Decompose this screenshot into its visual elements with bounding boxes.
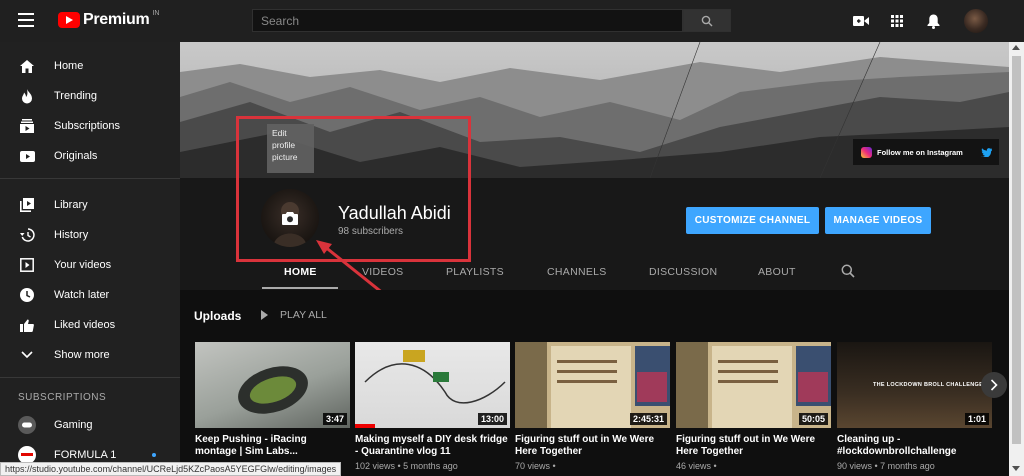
logo-region: IN (152, 10, 160, 17)
instagram-icon (861, 146, 872, 158)
status-bar-url: https://studio.youtube.com/channel/UCReL… (0, 462, 342, 476)
menu-icon[interactable] (18, 13, 34, 27)
subscriptions-heading: SUBSCRIPTIONS (18, 392, 107, 403)
sidebar-item-label: Library (54, 199, 88, 211)
new-content-dot (152, 453, 156, 457)
video-title[interactable]: Figuring stuff out in We Were Here Toget… (676, 434, 831, 458)
sidebar-item-liked-videos[interactable]: Liked videos (0, 310, 180, 340)
video-title[interactable]: Making myself a DIY desk fridge - Quaran… (355, 434, 510, 458)
play-all-button[interactable]: PLAY ALL (261, 309, 327, 321)
sidebar-item-label: Your videos (54, 259, 112, 271)
carousel-next-button[interactable] (981, 372, 1007, 398)
sidebar: Home Trending Subscriptions Originals Li… (0, 42, 180, 476)
sidebar-item-label: Originals (54, 150, 98, 162)
video-card[interactable]: 13:00 Making myself a DIY desk fridge - … (355, 342, 510, 471)
video-thumbnail[interactable]: 3:47 (195, 342, 350, 428)
video-card[interactable]: THE LOCKDOWN BROLL CHALLENGE 1:01 Cleani… (837, 342, 992, 471)
your-videos-icon (18, 256, 36, 274)
library-icon (18, 196, 36, 214)
sidebar-item-your-videos[interactable]: Your videos (0, 250, 180, 280)
sidebar-item-label: Liked videos (54, 319, 116, 331)
tab-about[interactable]: ABOUT (758, 266, 796, 278)
uploads-title[interactable]: Uploads (194, 309, 241, 323)
channel-search-icon[interactable] (841, 264, 855, 278)
originals-icon (18, 147, 36, 165)
subscriptions-icon (18, 117, 36, 135)
sidebar-item-label: Subscriptions (54, 120, 121, 132)
watch-later-clock-icon (18, 286, 36, 304)
manage-videos-button[interactable]: MANAGE VIDEOS (825, 207, 931, 234)
video-duration: 50:05 (798, 413, 828, 425)
video-meta: 102 views • 5 months ago (355, 461, 458, 471)
create-video-icon[interactable] (852, 12, 870, 30)
search-input[interactable]: Search (252, 9, 683, 32)
tab-playlists[interactable]: PLAYLISTS (446, 266, 504, 278)
home-icon (18, 57, 36, 75)
video-thumbnail[interactable]: 13:00 (355, 342, 510, 428)
sidebar-item-show-more[interactable]: Show more (0, 340, 180, 370)
sidebar-item-library[interactable]: Library (0, 190, 180, 220)
tab-discussion[interactable]: DISCUSSION (649, 266, 717, 278)
instagram-link[interactable]: Follow me on Instagram (853, 139, 999, 165)
sidebar-divider (0, 178, 180, 179)
video-duration: 1:01 (964, 413, 989, 425)
sidebar-divider (0, 377, 180, 378)
video-meta: 90 views • 7 months ago (837, 461, 935, 471)
video-thumbnail[interactable]: THE LOCKDOWN BROLL CHALLENGE 1:01 (837, 342, 992, 428)
search-icon (701, 15, 713, 26)
video-duration: 3:47 (322, 413, 347, 425)
sidebar-item-label: Home (54, 60, 84, 72)
sidebar-item-label: History (54, 229, 89, 241)
chevron-right-icon (990, 379, 998, 391)
thumbs-up-icon (18, 316, 36, 334)
gaming-avatar (18, 416, 36, 434)
scroll-down-arrow-icon[interactable] (1012, 466, 1020, 471)
video-card[interactable]: 2:45:31 Figuring stuff out in We Were He… (515, 342, 670, 471)
chevron-down-icon (18, 346, 36, 364)
youtube-premium-logo[interactable]: Premium IN (58, 10, 160, 29)
sidebar-item-label: Gaming (54, 419, 93, 431)
thumbnail-caption: THE LOCKDOWN BROLL CHALLENGE (873, 382, 984, 388)
video-title[interactable]: Figuring stuff out in We Were Here Toget… (515, 434, 670, 458)
sidebar-item-history[interactable]: History (0, 220, 180, 250)
sidebar-item-label: FORMULA 1 (54, 449, 117, 461)
play-icon (261, 310, 268, 320)
notifications-bell-icon[interactable] (924, 12, 942, 30)
video-title[interactable]: Keep Pushing - iRacing montage | Sim Lab… (195, 434, 350, 458)
customize-channel-button[interactable]: CUSTOMIZE CHANNEL (686, 207, 819, 234)
history-icon (18, 226, 36, 244)
instagram-link-label: Follow me on Instagram (877, 147, 963, 157)
video-thumbnail[interactable]: 50:05 (676, 342, 831, 428)
sidebar-item-gaming[interactable]: Gaming (0, 410, 180, 440)
account-avatar[interactable] (964, 9, 988, 33)
scrollbar-thumb[interactable] (1012, 56, 1021, 444)
tab-channels[interactable]: CHANNELS (547, 266, 607, 278)
sidebar-item-home[interactable]: Home (0, 51, 180, 81)
search-button[interactable] (683, 9, 731, 32)
video-meta: 70 views • (515, 461, 556, 471)
video-title[interactable]: Cleaning up - #lockdownbrollchallenge (837, 434, 992, 458)
sidebar-item-originals[interactable]: Originals (0, 141, 180, 171)
logo-text: Premium (83, 11, 150, 28)
video-card[interactable]: 3:47 Keep Pushing - iRacing montage | Si… (195, 342, 350, 461)
sidebar-item-label: Show more (54, 349, 110, 361)
twitter-icon[interactable] (981, 147, 992, 157)
top-bar: Premium IN Search (0, 0, 1024, 42)
trending-flame-icon (18, 87, 36, 105)
apps-grid-icon[interactable] (888, 12, 906, 30)
sidebar-item-subscriptions[interactable]: Subscriptions (0, 111, 180, 141)
video-card[interactable]: 50:05 Figuring stuff out in We Were Here… (676, 342, 831, 471)
video-duration: 13:00 (477, 413, 507, 425)
sidebar-item-label: Watch later (54, 289, 110, 301)
sidebar-item-trending[interactable]: Trending (0, 81, 180, 111)
play-all-label: PLAY ALL (280, 309, 327, 321)
video-duration: 2:45:31 (629, 413, 667, 425)
sidebar-item-watch-later[interactable]: Watch later (0, 280, 180, 310)
youtube-logo-icon (58, 12, 80, 28)
video-meta: 46 views • (676, 461, 717, 471)
video-thumbnail[interactable]: 2:45:31 (515, 342, 670, 428)
sidebar-item-label: Trending (54, 90, 98, 102)
scroll-up-arrow-icon[interactable] (1012, 45, 1020, 50)
